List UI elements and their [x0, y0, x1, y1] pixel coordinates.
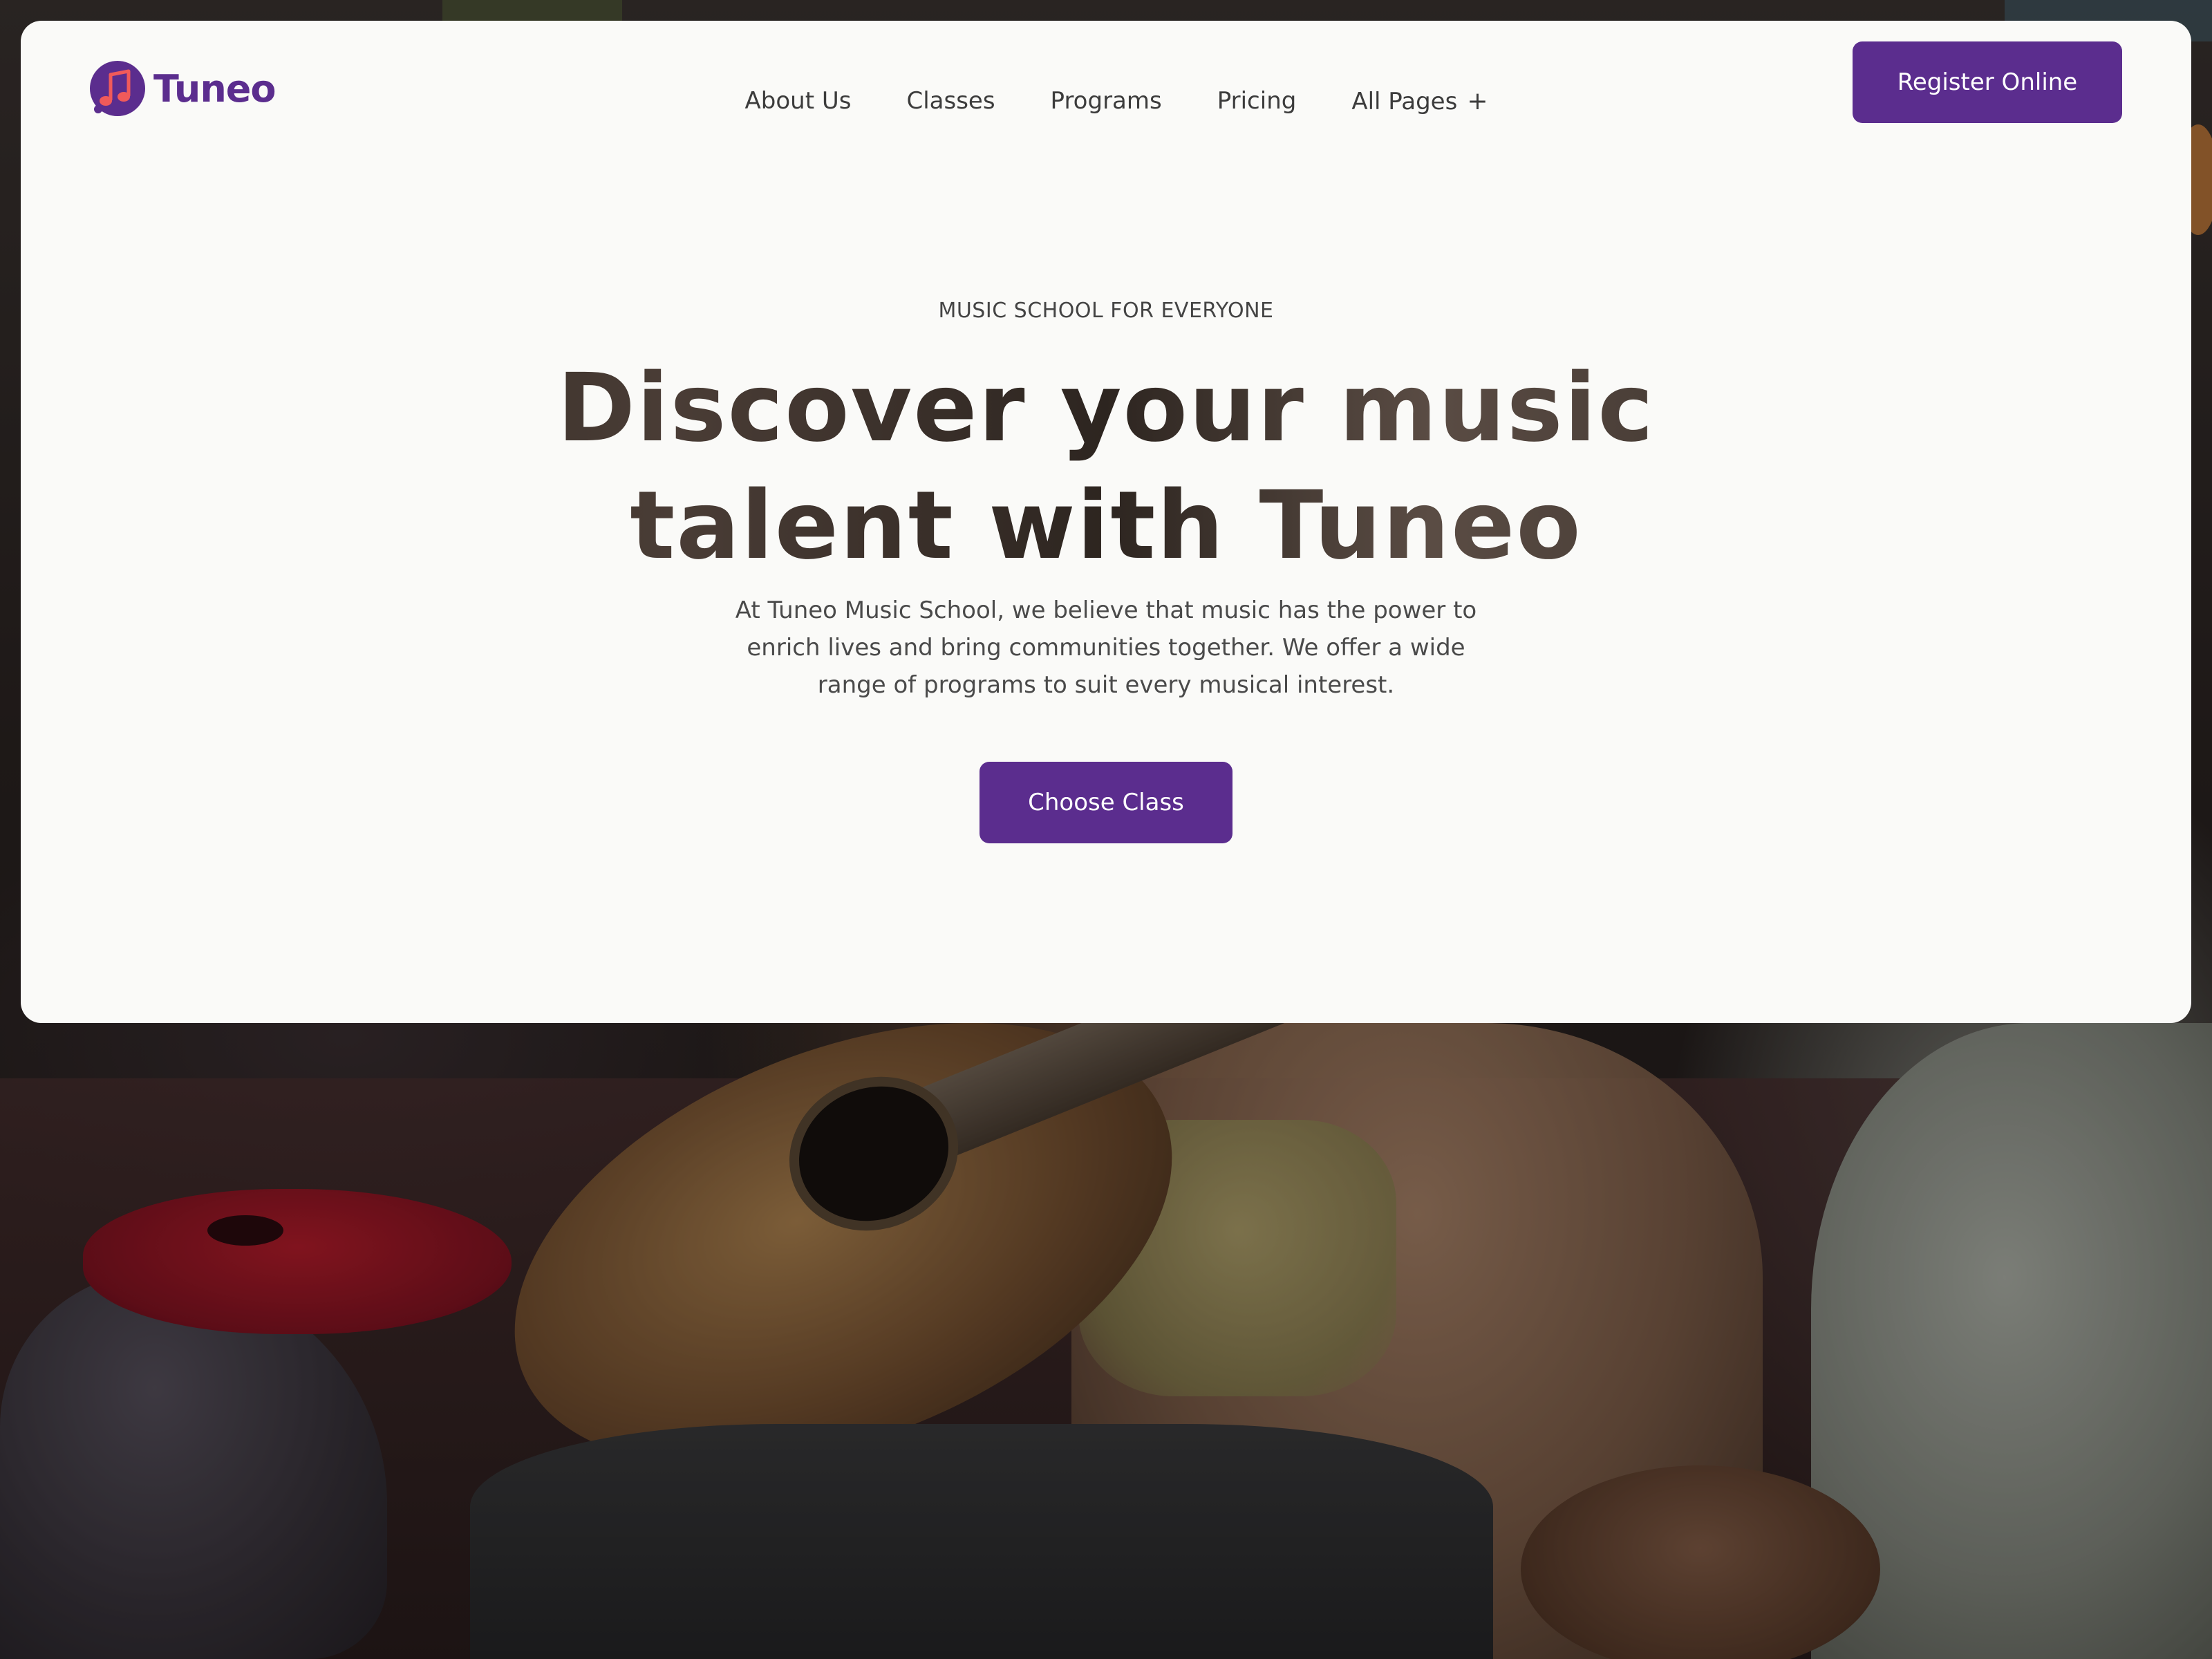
- choose-class-button[interactable]: Choose Class: [980, 762, 1232, 843]
- nav-programs[interactable]: Programs: [1051, 87, 1162, 115]
- hero-headline: Discover your music talent with Tuneo: [21, 350, 2191, 585]
- hero-card: Tuneo About Us Classes Programs Pricing …: [21, 21, 2191, 1023]
- nav-all-pages[interactable]: All Pages +: [1351, 87, 1488, 115]
- nav-about-us[interactable]: About Us: [745, 87, 852, 115]
- hero-headline-line-2: talent with Tuneo: [630, 471, 1582, 581]
- hero-eyebrow: MUSIC SCHOOL FOR EVERYONE: [938, 299, 1274, 323]
- hero-headline-line-1: Discover your music: [557, 354, 1655, 463]
- nav-classes[interactable]: Classes: [906, 87, 995, 115]
- nav-all-pages-label: All Pages: [1351, 87, 1458, 115]
- register-online-button[interactable]: Register Online: [1853, 41, 2122, 123]
- plus-icon: +: [1467, 86, 1488, 115]
- hero-description: At Tuneo Music School, we believe that m…: [735, 597, 1477, 699]
- nav-pricing[interactable]: Pricing: [1217, 87, 1297, 115]
